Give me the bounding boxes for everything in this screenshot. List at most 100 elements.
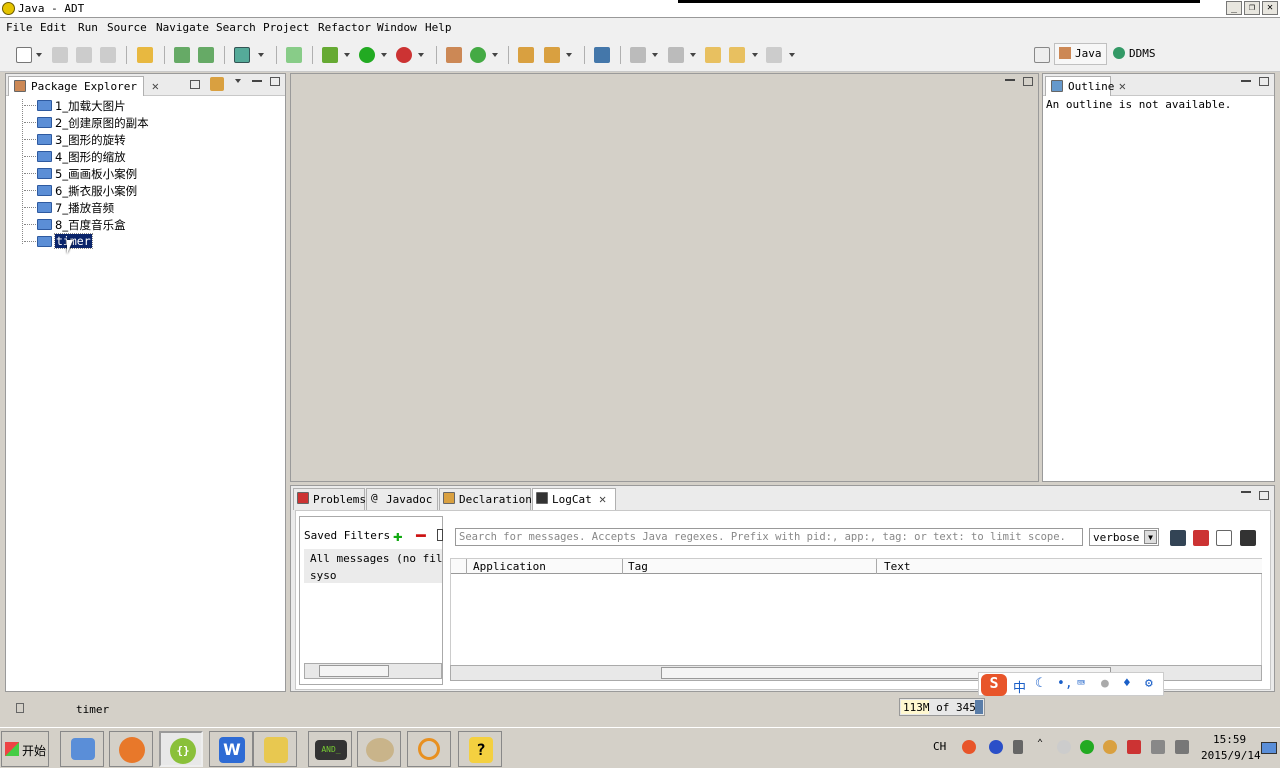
forward-arrow-icon[interactable] <box>766 47 782 63</box>
toggle-mark-occurrences-icon[interactable] <box>594 47 610 63</box>
tab-problems[interactable]: Problems <box>293 488 366 510</box>
taskbar-search[interactable] <box>407 731 451 767</box>
menu-navigate[interactable]: Navigate <box>156 21 209 34</box>
taskbar-word[interactable]: W <box>209 731 253 767</box>
close-icon[interactable]: ✕ <box>1119 79 1126 93</box>
new-icon[interactable] <box>16 47 32 63</box>
close-icon[interactable]: ✕ <box>152 79 159 93</box>
user-icon[interactable]: ● <box>1101 676 1109 691</box>
menu-source[interactable]: Source <box>107 21 147 34</box>
maximize-icon[interactable] <box>270 77 280 86</box>
maximize-icon[interactable] <box>1023 77 1033 86</box>
fast-view-icon[interactable] <box>16 703 24 713</box>
android-sdk-icon[interactable] <box>174 47 190 63</box>
perspective-java[interactable]: Java <box>1054 43 1107 65</box>
network-tray-icon[interactable] <box>1175 740 1189 754</box>
ime-options-icon[interactable] <box>1013 740 1023 754</box>
punctuation-icon[interactable]: •, <box>1057 676 1073 691</box>
lint-icon[interactable] <box>234 47 250 63</box>
tab-outline[interactable]: Outline ✕ <box>1045 76 1126 96</box>
taskbar-android[interactable]: AND_ <box>308 731 352 767</box>
tray-app-icon[interactable] <box>1103 740 1117 754</box>
clock-date[interactable]: 2015/9/14 <box>1201 749 1261 762</box>
close-icon[interactable]: ✕ <box>599 492 606 506</box>
print-icon[interactable] <box>100 47 116 63</box>
maximize-icon[interactable] <box>1259 491 1269 500</box>
keyboard-icon[interactable]: ⌨ <box>1077 676 1085 691</box>
next-annotation-icon[interactable] <box>630 47 646 63</box>
taskbar-paint[interactable] <box>357 731 401 767</box>
new-android-project-icon[interactable] <box>286 47 302 63</box>
chinese-mode-icon[interactable]: 中 <box>1013 677 1026 696</box>
show-desktop-icon[interactable] <box>1261 742 1277 754</box>
logcat-search-input[interactable]: Search for messages. Accepts Java regexe… <box>455 528 1083 546</box>
tab-declaration[interactable]: Declaration <box>439 488 532 510</box>
chevron-down-icon[interactable] <box>789 53 795 57</box>
search-icon[interactable] <box>544 47 560 63</box>
menu-project[interactable]: Project <box>263 21 309 34</box>
chevron-down-icon[interactable] <box>418 53 424 57</box>
taskbar-desktop[interactable] <box>60 731 104 767</box>
taskbar-help[interactable]: ? <box>458 731 502 767</box>
clear-log-icon[interactable] <box>1193 530 1209 546</box>
trash-icon[interactable] <box>975 700 983 714</box>
run-icon[interactable] <box>359 47 375 63</box>
menu-search[interactable]: Search <box>216 21 256 34</box>
volume-icon[interactable] <box>1057 740 1071 754</box>
minimize-icon[interactable] <box>1241 491 1251 493</box>
filter-item[interactable]: syso <box>310 569 337 582</box>
save-log-icon[interactable] <box>1170 530 1186 546</box>
minimize-icon[interactable] <box>1005 79 1015 81</box>
log-level-select[interactable]: verbose ▼ <box>1089 528 1159 546</box>
tab-javadoc[interactable]: @ Javadoc <box>366 488 438 510</box>
column-text[interactable]: Text <box>884 560 911 573</box>
maximize-icon[interactable] <box>1259 77 1269 86</box>
chevron-down-icon[interactable] <box>752 53 758 57</box>
save-all-icon[interactable] <box>76 47 92 63</box>
open-perspective-icon[interactable] <box>1034 47 1050 63</box>
moon-icon[interactable]: ☾ <box>1035 676 1043 691</box>
chevron-down-icon[interactable] <box>36 53 42 57</box>
back-arrow-icon[interactable] <box>729 47 745 63</box>
help-tray-icon[interactable] <box>989 740 1003 754</box>
column-application[interactable]: Application <box>473 560 546 573</box>
skin-icon[interactable]: ♦ <box>1123 676 1131 691</box>
minimize-icon[interactable] <box>252 80 262 82</box>
open-task-icon[interactable] <box>518 47 534 63</box>
chevron-down-icon[interactable] <box>381 53 387 57</box>
sogou-tray-icon[interactable] <box>962 740 976 754</box>
menu-window[interactable]: Window <box>377 21 417 34</box>
menu-help[interactable]: Help <box>425 21 452 34</box>
clock-time[interactable]: 15:59 <box>1213 733 1246 746</box>
new-java-package-icon[interactable] <box>446 47 462 63</box>
link-with-editor-icon[interactable] <box>210 77 224 91</box>
menu-refactor[interactable]: Refactor <box>318 21 371 34</box>
chevron-down-icon[interactable] <box>492 53 498 57</box>
language-indicator[interactable]: CH <box>933 740 946 753</box>
tab-logcat[interactable]: LogCat ✕ <box>532 488 616 510</box>
toggle-filters-icon[interactable] <box>1216 530 1232 546</box>
save-icon[interactable] <box>52 47 68 63</box>
external-tools-icon[interactable] <box>396 47 412 63</box>
filter-item[interactable]: All messages (no filte <box>310 552 442 565</box>
security-tray-icon[interactable] <box>1127 740 1141 754</box>
edit-filter-icon[interactable] <box>437 529 443 541</box>
new-java-class-icon[interactable] <box>470 47 486 63</box>
minimize-icon[interactable] <box>1241 80 1251 82</box>
filters-scrollbar[interactable] <box>304 663 442 679</box>
menu-edit[interactable]: Edit <box>40 21 67 34</box>
status-tray-icon[interactable] <box>1080 740 1094 754</box>
tab-package-explorer[interactable]: Package Explorer ✕ <box>8 76 159 96</box>
previous-annotation-icon[interactable] <box>668 47 684 63</box>
chevron-down-icon[interactable] <box>344 53 350 57</box>
debug-icon[interactable] <box>322 47 338 63</box>
heap-status[interactable]: 113M of 345M <box>899 698 985 716</box>
column-tag[interactable]: Tag <box>628 560 648 573</box>
scroll-lock-icon[interactable] <box>1240 530 1256 546</box>
chevron-down-icon[interactable] <box>566 53 572 57</box>
taskbar-eclipse[interactable]: {} <box>159 731 203 767</box>
add-filter-icon[interactable]: ✚ <box>393 526 403 545</box>
taskbar-explorer[interactable] <box>253 731 297 767</box>
menu-file[interactable]: File <box>6 21 33 34</box>
collapse-all-icon[interactable] <box>190 80 200 89</box>
